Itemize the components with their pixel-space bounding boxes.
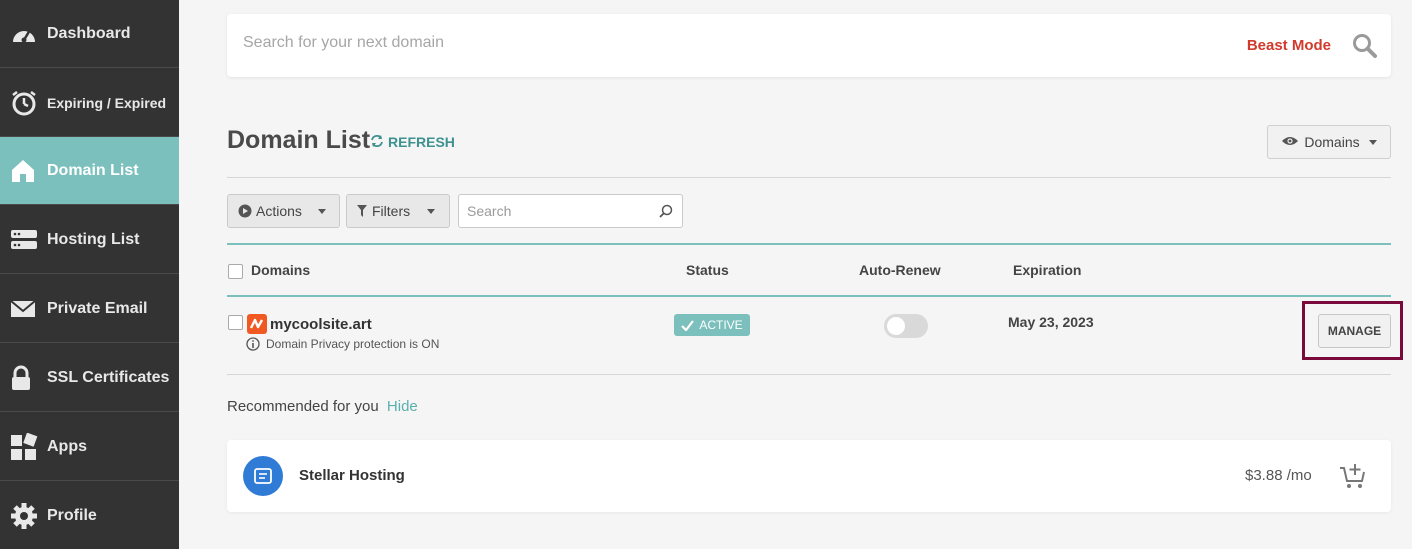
sidebar-item-label: Private Email bbox=[47, 299, 148, 317]
auto-renew-toggle[interactable] bbox=[884, 314, 928, 338]
row-divider bbox=[227, 374, 1391, 375]
privacy-note: Domain Privacy protection is ON bbox=[246, 337, 439, 351]
hide-recommended-link[interactable]: Hide bbox=[387, 398, 418, 415]
search-icon[interactable] bbox=[1352, 33, 1378, 64]
info-icon bbox=[246, 337, 260, 351]
sidebar-item-label: Domain List bbox=[47, 161, 139, 179]
refresh-label: REFRESH bbox=[388, 134, 455, 150]
table-search-box bbox=[458, 194, 683, 228]
search-icon[interactable] bbox=[659, 204, 673, 223]
sidebar-item-apps[interactable]: Apps bbox=[0, 413, 179, 481]
home-icon bbox=[10, 157, 40, 185]
column-header-auto-renew[interactable]: Auto-Renew bbox=[859, 262, 941, 278]
timer-icon bbox=[10, 89, 40, 117]
sidebar-item-hosting-list[interactable]: Hosting List bbox=[0, 206, 179, 274]
domain-search-input[interactable] bbox=[243, 34, 1143, 52]
gauge-icon bbox=[10, 20, 40, 48]
envelope-icon bbox=[10, 295, 40, 323]
actions-label: Actions bbox=[256, 203, 302, 219]
eye-icon bbox=[1281, 134, 1299, 150]
recommendation-card: Stellar Hosting $3.88 /mo bbox=[227, 440, 1391, 512]
filters-dropdown[interactable]: Filters bbox=[346, 194, 450, 228]
column-header-expiration[interactable]: Expiration bbox=[1013, 262, 1081, 278]
select-all-checkbox[interactable] bbox=[228, 264, 243, 279]
page-title: Domain List bbox=[227, 126, 371, 154]
status-badge: ACTIVE bbox=[674, 314, 750, 336]
table-search-input[interactable] bbox=[467, 203, 647, 219]
chevron-down-icon bbox=[317, 208, 326, 214]
chevron-down-icon bbox=[427, 208, 436, 214]
status-text: ACTIVE bbox=[699, 318, 743, 332]
gear-icon bbox=[10, 502, 40, 530]
actions-dropdown[interactable]: Actions bbox=[227, 194, 340, 228]
domain-name-link[interactable]: mycoolsite.art bbox=[270, 316, 372, 333]
add-to-cart-icon[interactable] bbox=[1339, 462, 1367, 495]
sidebar-item-dashboard[interactable]: Dashboard bbox=[0, 0, 179, 68]
privacy-note-text: Domain Privacy protection is ON bbox=[266, 337, 440, 351]
funnel-icon bbox=[357, 205, 367, 217]
product-name: Stellar Hosting bbox=[299, 467, 405, 484]
sidebar-item-profile[interactable]: Profile bbox=[0, 482, 179, 549]
row-checkbox[interactable] bbox=[228, 315, 243, 330]
sidebar-item-ssl[interactable]: SSL Certificates bbox=[0, 344, 179, 412]
column-header-domains[interactable]: Domains bbox=[251, 262, 310, 278]
server-icon bbox=[10, 226, 40, 254]
product-price: $3.88 /mo bbox=[1245, 467, 1312, 484]
table-header-border bbox=[227, 295, 1391, 297]
product-icon bbox=[243, 456, 283, 496]
filters-label: Filters bbox=[372, 203, 411, 219]
sidebar-item-label: Expiring / Expired bbox=[47, 94, 167, 111]
view-dropdown-label: Domains bbox=[1304, 134, 1360, 150]
recommended-header: Recommended for you Hide bbox=[227, 398, 418, 415]
sidebar-item-label: Hosting List bbox=[47, 230, 140, 248]
sidebar-item-expiring[interactable]: Expiring / Expired bbox=[0, 69, 179, 137]
checkmark-icon bbox=[681, 319, 695, 331]
chevron-down-icon bbox=[1368, 139, 1377, 145]
divider bbox=[227, 177, 1391, 178]
refresh-icon bbox=[370, 134, 384, 150]
expiration-date: May 23, 2023 bbox=[1008, 314, 1094, 330]
manage-button[interactable]: MANAGE bbox=[1318, 314, 1391, 348]
sidebar-item-label: Profile bbox=[47, 507, 97, 524]
column-header-status[interactable]: Status bbox=[686, 262, 729, 278]
sidebar-item-label: Dashboard bbox=[47, 24, 131, 42]
lock-icon bbox=[10, 364, 40, 392]
sidebar-item-label: Apps bbox=[47, 437, 87, 455]
domain-search-bar: Beast Mode bbox=[227, 14, 1391, 77]
main-content: Beast Mode Domain List REFRESH Domains A… bbox=[179, 0, 1412, 549]
view-domains-dropdown[interactable]: Domains bbox=[1267, 125, 1391, 159]
apps-grid-icon bbox=[10, 432, 40, 461]
sidebar-item-label: SSL Certificates bbox=[47, 368, 170, 386]
table-top-border bbox=[227, 243, 1391, 245]
sidebar-item-private-email[interactable]: Private Email bbox=[0, 275, 179, 343]
refresh-button[interactable]: REFRESH bbox=[370, 134, 455, 150]
sidebar: Dashboard Expiring / Expired Domain List… bbox=[0, 0, 189, 549]
domain-tld-icon bbox=[247, 314, 267, 339]
sidebar-item-domain-list[interactable]: Domain List bbox=[0, 137, 189, 205]
play-circle-icon bbox=[238, 204, 252, 218]
beast-mode-link[interactable]: Beast Mode bbox=[1247, 37, 1331, 54]
recommended-label: Recommended for you bbox=[227, 398, 379, 415]
